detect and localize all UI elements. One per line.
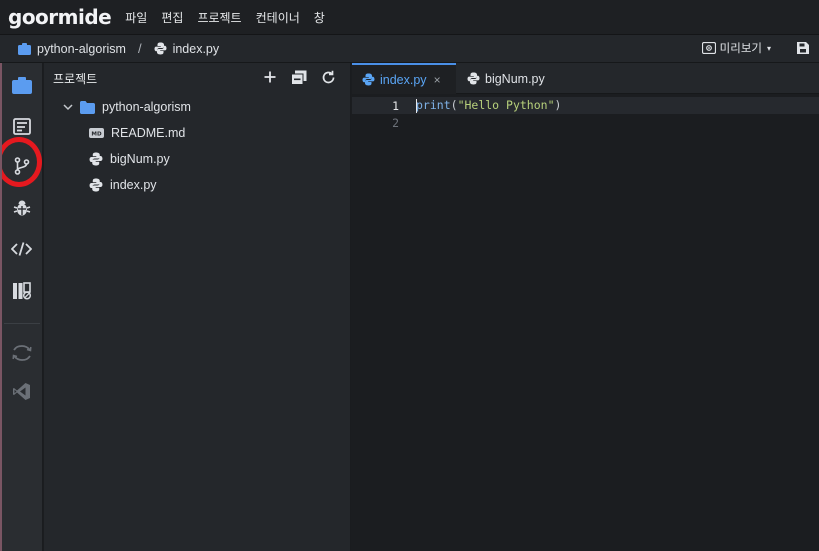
tree-file-bignum[interactable]: bigNum.py	[44, 146, 351, 172]
tree-file-label: bigNum.py	[110, 152, 170, 166]
markdown-file-icon: MD	[89, 128, 104, 138]
python-file-icon	[154, 42, 167, 55]
collapse-icon[interactable]	[291, 70, 307, 85]
tab-index-py[interactable]: index.py ×	[352, 63, 456, 94]
tree-folder-label: python-algorism	[102, 100, 191, 114]
debug-bug-icon[interactable]	[0, 188, 43, 228]
code-token-function: print	[416, 98, 451, 113]
explorer-header: 프로젝트	[44, 63, 350, 94]
folder-icon	[80, 100, 95, 114]
code-token-string: "Hello Python"	[457, 98, 555, 113]
chevron-down-icon	[63, 103, 73, 111]
code-tags-icon[interactable]	[0, 229, 43, 269]
code-token-paren: (	[450, 98, 458, 113]
tree-file-index[interactable]: index.py	[44, 172, 351, 198]
breadcrumb-project[interactable]: python-algorism	[18, 42, 126, 56]
tab-label: index.py	[380, 72, 427, 87]
add-icon[interactable]	[263, 70, 277, 85]
code-line[interactable]: 1 print("Hello Python")	[352, 97, 819, 114]
menu-file[interactable]: 파일	[125, 9, 147, 26]
breadcrumb: python-algorism / index.py 미리보기 ▾	[0, 35, 819, 63]
python-file-icon	[89, 178, 103, 192]
tree-folder-python-algorism[interactable]: python-algorism	[44, 94, 351, 120]
preview-button[interactable]: 미리보기 ▾	[701, 40, 771, 56]
breadcrumb-separator: /	[137, 41, 142, 56]
code-line[interactable]: 2	[352, 114, 819, 131]
project-folder-icon	[18, 42, 31, 55]
tree-file-label: README.md	[111, 126, 186, 140]
code-content[interactable]: print("Hello Python")	[416, 98, 561, 113]
line-number: 2	[392, 115, 399, 130]
library-icon[interactable]	[0, 271, 43, 311]
explorer-actions	[263, 70, 336, 85]
editor-tabs: index.py × bigNum.py	[352, 63, 819, 94]
menu-container[interactable]: 컨테이너	[256, 9, 300, 26]
menu-project[interactable]: 프로젝트	[197, 9, 241, 26]
code-token-paren: )	[554, 98, 562, 113]
tab-label: bigNum.py	[485, 71, 545, 86]
project-explorer: 프로젝트 python-algorism MD README.md bigNum…	[44, 63, 351, 551]
activity-divider	[4, 323, 40, 324]
python-file-icon	[467, 72, 480, 85]
save-icon[interactable]	[797, 42, 809, 54]
menu-edit[interactable]: 편집	[161, 9, 183, 26]
svg-text:MD: MD	[91, 131, 102, 137]
menu-window[interactable]: 창	[314, 9, 325, 26]
tab-bignum-py[interactable]: bigNum.py	[456, 63, 568, 94]
line-number: 1	[392, 98, 399, 113]
close-icon[interactable]: ×	[434, 73, 441, 87]
tree-file-label: index.py	[110, 178, 157, 192]
activity-bar	[0, 63, 43, 551]
breadcrumb-file-label: index.py	[172, 41, 220, 56]
preview-eye-icon	[701, 42, 716, 54]
breadcrumb-file[interactable]: index.py	[154, 41, 220, 56]
tree-file-readme[interactable]: MD README.md	[44, 120, 351, 146]
code-editor[interactable]: 1 print("Hello Python") 2	[352, 94, 819, 551]
sync-icon[interactable]	[0, 333, 43, 373]
refresh-icon[interactable]	[321, 70, 336, 85]
goormide-logo[interactable]: goormide	[8, 5, 112, 29]
preview-label: 미리보기	[719, 43, 762, 55]
menu-bar: goormide 파일 편집 프로젝트 컨테이너 창	[0, 0, 819, 35]
chevron-down-icon: ▾	[766, 43, 771, 53]
explorer-title: 프로젝트	[53, 72, 98, 86]
breadcrumb-project-label: python-algorism	[37, 41, 126, 56]
vscode-icon[interactable]	[0, 371, 43, 411]
project-icon[interactable]	[0, 65, 43, 105]
window-edge	[0, 63, 2, 551]
python-file-icon	[362, 73, 375, 86]
python-file-icon	[89, 152, 103, 166]
